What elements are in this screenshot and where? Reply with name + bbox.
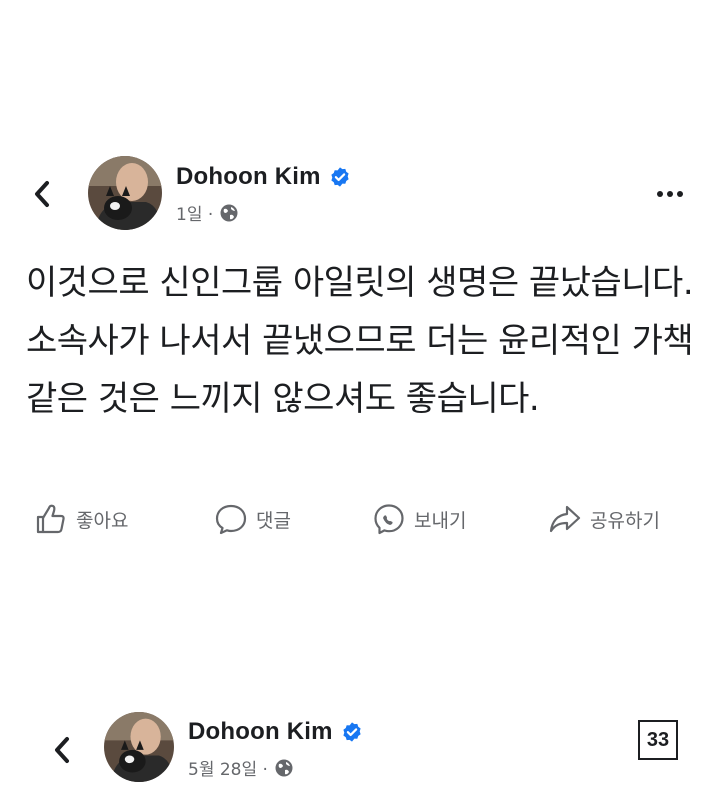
page-number-badge: 33: [638, 720, 678, 760]
post-actions: 좋아요 댓글 보내기 공유하기: [0, 496, 714, 546]
like-button[interactable]: 좋아요: [34, 502, 128, 536]
back-button[interactable]: [28, 176, 56, 212]
comment-bubble-icon: [215, 504, 247, 535]
post-2: Dohoon Kim 5월 28일 · 33: [0, 690, 714, 801]
post-time[interactable]: 5월 28일 ·: [188, 755, 268, 780]
chevron-left-icon: [55, 737, 69, 763]
more-dot: [677, 191, 683, 197]
share-label: 공유하기: [590, 509, 660, 532]
share-button[interactable]: 공유하기: [548, 502, 660, 536]
post-meta: 1일 ·: [176, 200, 239, 225]
post-1: Dohoon Kim 1일 · 이것으로 신인그룹 아일릿의 생명은 끝났습니다…: [0, 0, 714, 560]
author-row: Dohoon Kim: [176, 163, 351, 191]
verified-badge-icon: [331, 167, 349, 187]
share-arrow-icon: [549, 505, 581, 533]
back-button[interactable]: [48, 732, 76, 768]
thumbs-up-icon: [36, 504, 65, 534]
avatar[interactable]: [104, 712, 174, 782]
send-label: 보내기: [414, 509, 467, 532]
post-meta: 5월 28일 ·: [188, 755, 294, 780]
more-horizontal-icon: [657, 191, 663, 197]
post-text: 이것으로 신인그룹 아일릿의 생명은 끝났습니다. 소속사가 나서서 끝냈으므로…: [26, 263, 694, 419]
like-label: 좋아요: [76, 509, 129, 532]
more-dot: [667, 191, 673, 197]
avatar[interactable]: [88, 156, 162, 230]
globe-icon: [220, 204, 238, 221]
comment-button[interactable]: 댓글: [214, 502, 291, 536]
verified-badge-icon: [343, 722, 361, 742]
author-name[interactable]: Dohoon Kim: [176, 163, 321, 191]
author-row: Dohoon Kim: [188, 718, 363, 746]
author-name[interactable]: Dohoon Kim: [188, 718, 333, 746]
send-button[interactable]: 보내기: [372, 502, 466, 536]
messenger-icon: [374, 504, 404, 535]
profile-photo: [104, 712, 174, 782]
more-options-button[interactable]: [652, 182, 688, 206]
globe-icon: [275, 759, 293, 776]
comment-label: 댓글: [256, 509, 291, 532]
chevron-left-icon: [35, 181, 49, 207]
profile-photo: [88, 156, 162, 230]
post-time[interactable]: 1일 ·: [176, 200, 213, 225]
